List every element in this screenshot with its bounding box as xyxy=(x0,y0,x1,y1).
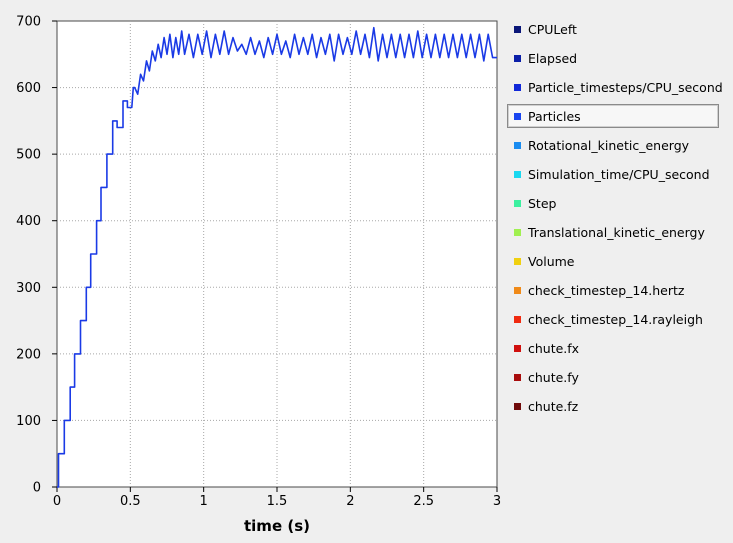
x-tick-label: 2 xyxy=(346,494,354,509)
y-tick-label: 200 xyxy=(16,347,41,362)
legend-swatch xyxy=(514,402,521,410)
legend: CPULeft Elapsed Particle_timesteps/CPU_sec… xyxy=(507,17,723,423)
legend-label: Particle_timesteps/CPU_second xyxy=(528,79,723,95)
legend-label: chute.fz xyxy=(528,398,579,414)
legend-label: chute.fy xyxy=(528,369,579,385)
legend-label: check_timestep_14.hertz xyxy=(528,282,685,298)
legend-item[interactable]: chute.fx xyxy=(507,336,719,360)
y-tick-label: 400 xyxy=(16,214,41,229)
x-tick-label: 0.5 xyxy=(120,494,141,509)
x-tick-label: 0 xyxy=(53,494,61,509)
legend-swatch xyxy=(514,83,521,91)
legend-item[interactable]: check_timestep_14.hertz xyxy=(507,278,719,302)
y-tick-label: 600 xyxy=(16,81,41,96)
legend-item[interactable]: Elapsed xyxy=(507,46,719,70)
legend-label: Volume xyxy=(528,253,575,269)
x-axis-title: time (s) xyxy=(244,517,310,535)
legend-label: chute.fx xyxy=(528,340,580,356)
legend-item[interactable]: Simulation_time/CPU_second xyxy=(507,162,719,186)
legend-swatch xyxy=(514,112,521,120)
legend-swatch xyxy=(514,373,521,381)
legend-item[interactable]: chute.fy xyxy=(507,365,719,389)
legend-swatch xyxy=(514,141,521,149)
y-tick-label: 300 xyxy=(16,281,41,296)
legend-swatch xyxy=(514,25,521,33)
y-tick-label: 100 xyxy=(16,414,41,429)
legend-label: Step xyxy=(528,195,557,211)
legend-item[interactable]: Translational_kinetic_energy xyxy=(507,220,719,244)
legend-item[interactable]: CPULeft xyxy=(507,17,719,41)
legend-item[interactable]: chute.fz xyxy=(507,394,719,418)
legend-swatch xyxy=(514,344,521,352)
x-tick-label: 1.5 xyxy=(267,494,288,509)
legend-label: Elapsed xyxy=(528,50,578,66)
legend-label: Rotational_kinetic_energy xyxy=(528,137,690,153)
legend-label: check_timestep_14.rayleigh xyxy=(528,311,703,327)
legend-item[interactable]: Step xyxy=(507,191,719,215)
legend-swatch xyxy=(514,286,521,294)
legend-item[interactable]: Volume xyxy=(507,249,719,273)
legend-label: Simulation_time/CPU_second xyxy=(528,166,710,182)
y-tick-label: 700 xyxy=(16,15,41,30)
legend-item[interactable]: Particle_timesteps/CPU_second xyxy=(507,75,723,99)
legend-item[interactable]: Particles xyxy=(507,104,719,128)
legend-item[interactable]: Rotational_kinetic_energy xyxy=(507,133,719,157)
x-tick-label: 2.5 xyxy=(413,494,434,509)
legend-swatch xyxy=(514,199,521,207)
legend-swatch xyxy=(514,228,521,236)
legend-swatch xyxy=(514,170,521,178)
x-tick-label: 1 xyxy=(200,494,208,509)
legend-swatch xyxy=(514,315,521,323)
legend-item[interactable]: check_timestep_14.rayleigh xyxy=(507,307,719,331)
y-tick-label: 500 xyxy=(16,148,41,163)
legend-swatch xyxy=(514,257,521,265)
legend-swatch xyxy=(514,54,521,62)
y-tick-label: 0 xyxy=(33,481,41,496)
legend-label: Translational_kinetic_energy xyxy=(528,224,705,240)
x-tick-label: 3 xyxy=(493,494,501,509)
legend-label: Particles xyxy=(528,108,581,124)
legend-label: CPULeft xyxy=(528,21,577,37)
